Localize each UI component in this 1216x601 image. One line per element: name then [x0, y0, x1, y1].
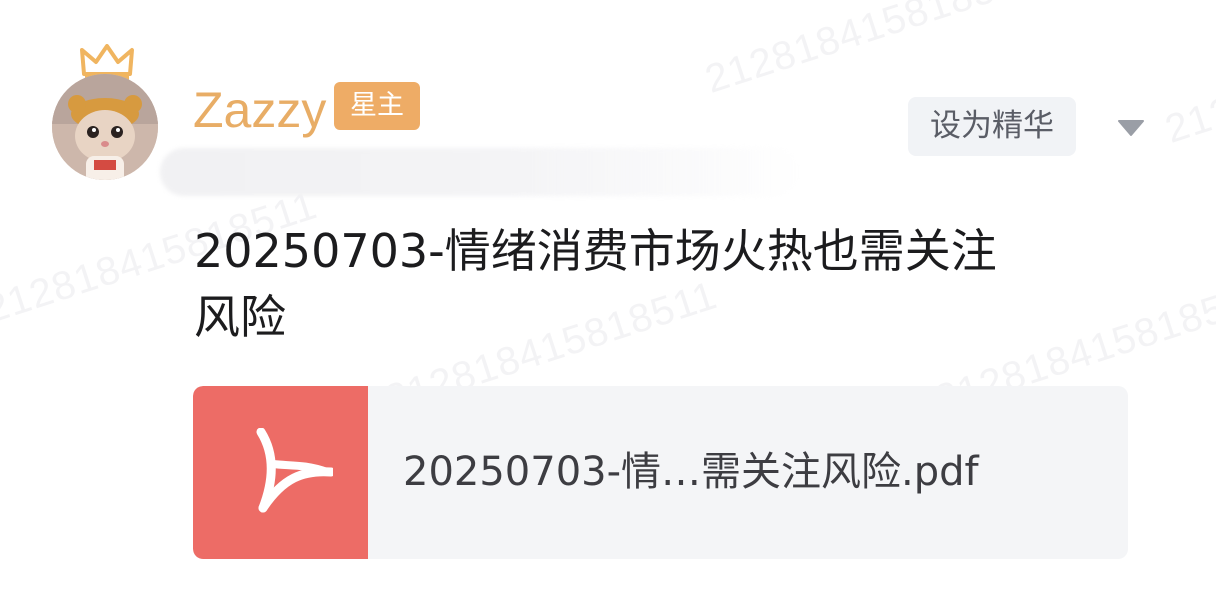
post-title-line1: 20250703-情绪消费市场火热也需关注 [194, 224, 997, 278]
cat-with-crown-avatar [52, 74, 158, 180]
set-essence-button[interactable]: 设为精华 [908, 97, 1076, 156]
pdf-icon-tile [193, 386, 368, 559]
post-title: 20250703-情绪消费市场火热也需关注 风险 [194, 218, 1134, 350]
author-name[interactable]: Zazzy [193, 80, 326, 140]
role-badge: 星主 [334, 82, 420, 130]
avatar[interactable] [52, 74, 158, 180]
redacted-meta [160, 148, 800, 196]
attachment-file-name[interactable]: 20250703-情…需关注风险.pdf [403, 386, 979, 559]
chevron-down-icon[interactable] [1118, 119, 1144, 137]
author-avatar-container[interactable] [52, 44, 162, 184]
pdf-icon [256, 428, 333, 513]
pdf-attachment-card[interactable]: 20250703-情…需关注风险.pdf [193, 386, 1128, 559]
watermark: 212818415818511 [1160, 3, 1216, 152]
post-title-line2: 风险 [194, 290, 286, 344]
watermark: 212818415818511 [700, 0, 1043, 102]
